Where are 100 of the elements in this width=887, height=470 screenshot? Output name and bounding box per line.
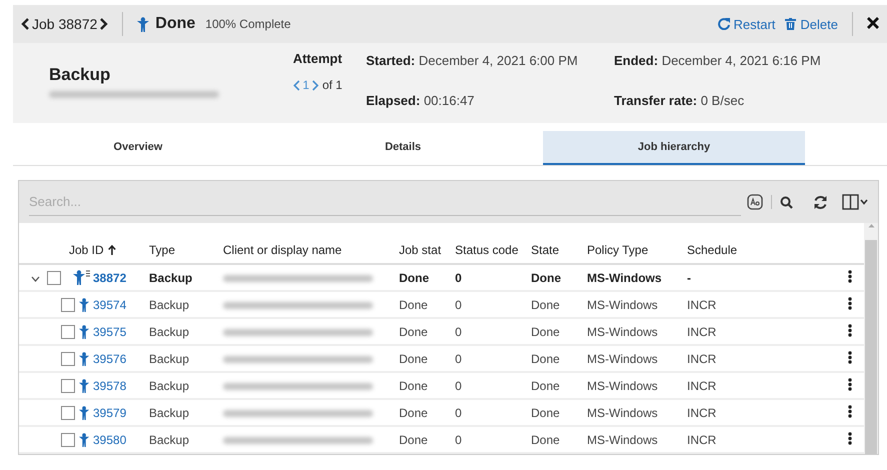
search-field[interactable]: Search... [29,188,741,216]
job-id-link[interactable]: 39574 [93,298,149,312]
checkbox[interactable] [61,324,75,338]
table-cell-text: Done [399,406,429,420]
checkbox[interactable] [61,406,75,420]
table-cell-text: Done [399,352,429,366]
more-options-icon[interactable] [848,378,852,390]
table-cell-text: Backup [149,298,190,312]
table-cell-text: MS-Windows [587,378,659,392]
field-text: Ended: December 4, 2021 6:16 PM [614,53,822,70]
column-header: Client or display name [223,242,343,256]
job-id-link[interactable]: 39576 [93,352,149,366]
table-cell-text: Done [399,324,429,338]
more-options-icon[interactable] [848,324,852,336]
table-cell-text: - [687,270,692,284]
table-cell-text: Done [531,324,561,338]
refresh-button[interactable] [813,194,828,210]
chevron-down-icon[interactable] [31,276,40,282]
column-header: Job stat [399,242,442,256]
table-cell-text: 0 [455,298,463,312]
chevron-left-icon[interactable] [21,18,30,30]
table-cell-text: Done [531,378,561,392]
tab[interactable]: Overview [13,131,263,165]
table-cell-text: Done [399,270,430,284]
column-header: Status code [455,242,520,256]
person-icon [79,432,89,446]
table-cell-text: Done [531,432,561,446]
person-icon [137,16,150,32]
field-text: Elapsed: 00:16:47 [366,93,476,110]
job-id-link[interactable]: 39580 [93,432,149,446]
table-cell-text: MS-Windows [587,324,659,338]
attempt-number: 1 [302,78,310,92]
more-options-icon[interactable] [848,432,852,444]
restart-button[interactable]: Restart [718,16,776,32]
table-cell-text: 0 [455,432,463,446]
person-icon [79,352,89,366]
table-cell-text: INCR [687,378,718,392]
more-options-icon[interactable] [848,404,852,418]
table-cell-text: MS-Windows [587,406,659,420]
job-id-link[interactable]: 39578 [93,378,149,392]
job-label: Job 38872 [32,16,98,32]
delete-button[interactable]: Delete [785,16,838,32]
close-button[interactable] [867,16,879,32]
column-header[interactable]: Job ID [69,242,104,256]
attempt-label: Attempt [292,51,342,66]
table-cell-text: 0 [455,406,463,420]
checkbox[interactable] [61,432,75,446]
table-cell-text: Done [531,406,561,420]
person-icon [79,406,89,420]
table-cell-text: Done [531,298,561,312]
person-icon [79,298,89,312]
more-options-icon[interactable] [848,350,852,364]
tab[interactable]: Details [263,131,543,165]
table-cell-text: INCR [687,406,718,420]
more-options-icon[interactable] [848,296,852,310]
checkbox[interactable] [47,270,61,284]
search-icon[interactable] [780,196,793,208]
job-id-link[interactable]: 38872 [93,270,149,284]
column-header: Type [149,242,176,256]
table-cell-text: MS-Windows [587,432,659,446]
refresh-icon [718,18,730,30]
person-icon [79,378,89,392]
tab[interactable]: Job hierarchy [543,131,805,165]
job-id-link[interactable]: 39579 [93,406,149,420]
checkbox[interactable] [61,378,75,392]
checkbox[interactable] [61,298,75,312]
more-options-icon[interactable] [848,270,852,282]
field-text: Started: December 4, 2021 6:00 PM [366,53,579,70]
field-text: Transfer rate: 0 B/sec [614,93,746,110]
close-icon [867,16,879,28]
chevron-right-icon[interactable] [99,18,108,30]
column-header: Policy Type [587,242,650,256]
progress-text: 100% Complete [205,17,291,31]
job-status: Done [155,15,196,33]
table-cell-text: Backup [149,406,190,420]
column-header: State [531,242,560,256]
job-id-link[interactable]: 39575 [93,324,149,338]
checkbox[interactable] [61,352,75,366]
table-cell-text: Backup [149,324,190,338]
person-tree-icon [72,270,90,285]
sort-arrow-icon[interactable] [108,244,116,254]
table-cell-text: Backup [149,432,190,446]
table-cell-text: INCR [687,324,718,338]
match-case-icon[interactable] [747,194,763,210]
table-cell-text: MS-Windows [587,298,659,312]
table-cell-text: Backup [149,270,194,284]
columns-button[interactable] [842,194,868,210]
search-bar[interactable]: Search... [19,181,878,223]
table-cell-text: Done [399,378,429,392]
job-title: Backup [49,65,112,85]
table-cell-text: 0 [455,378,463,392]
table-cell-text: MS-Windows [587,352,659,366]
person-icon [79,324,89,338]
table-cell-text: Done [399,432,429,446]
table-cell-text: INCR [687,432,718,446]
table-cell-text: Done [399,298,429,312]
scrollbar[interactable] [864,223,878,454]
trash-icon [785,18,796,30]
table-cell-text: Done [531,270,562,284]
table-cell-text: Backup [149,378,190,392]
